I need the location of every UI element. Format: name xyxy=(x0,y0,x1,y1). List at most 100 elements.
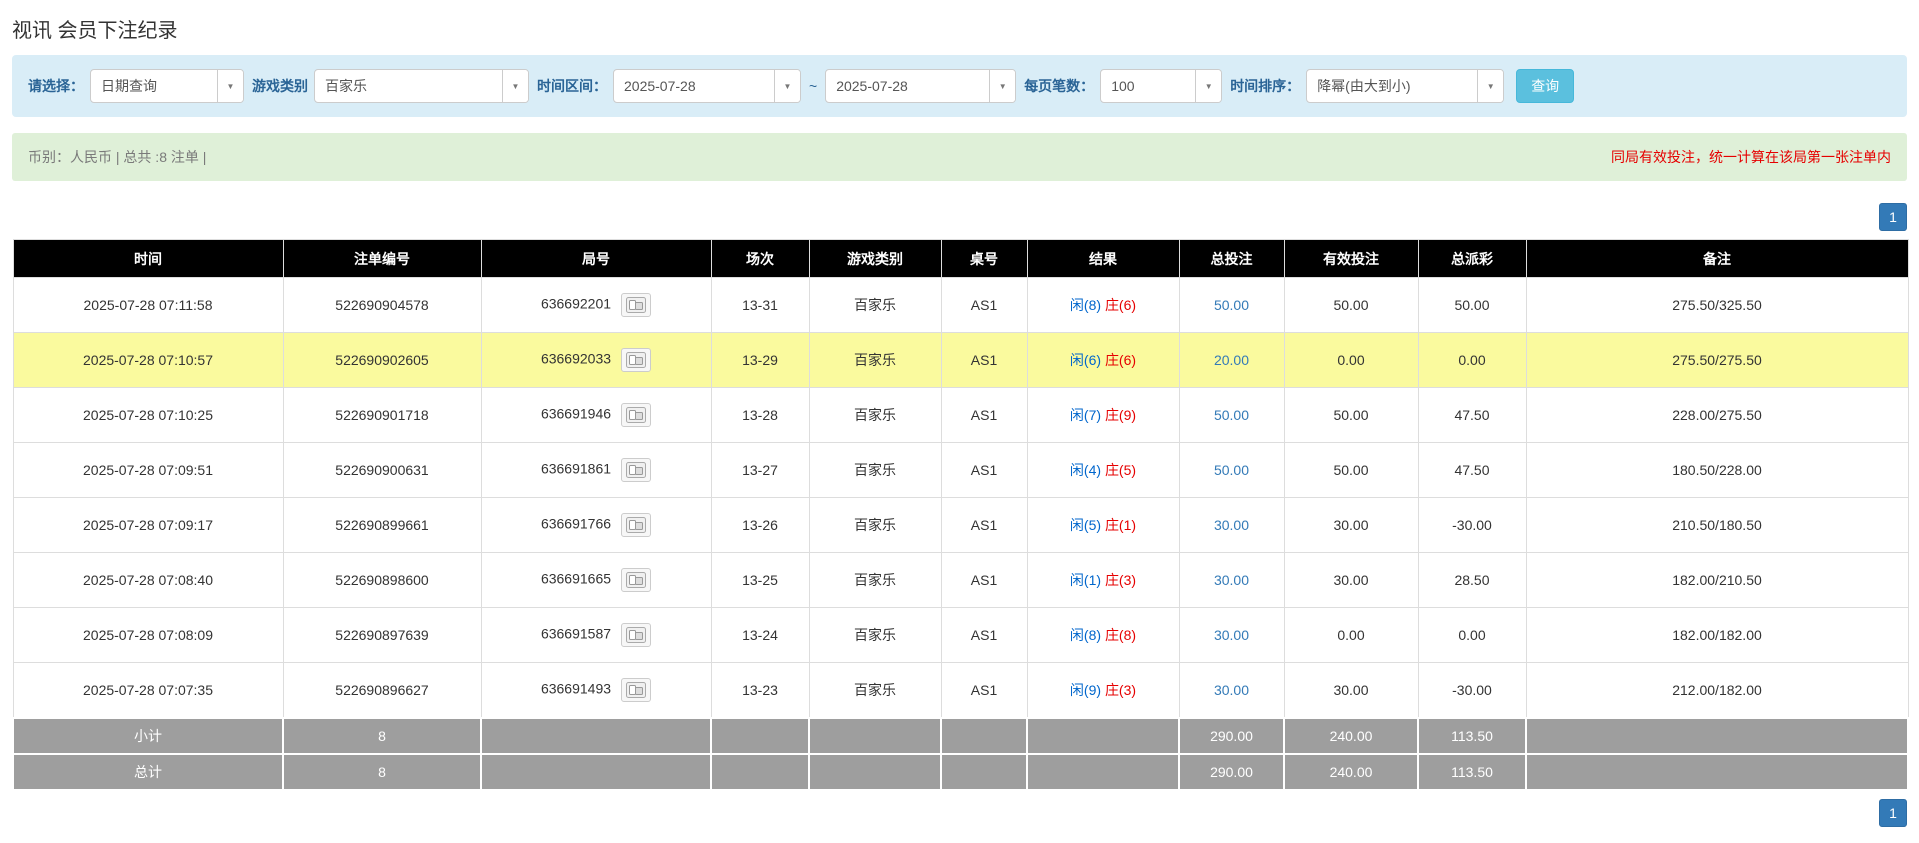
sort-label: 时间排序： xyxy=(1230,76,1300,96)
date-to-select[interactable]: 2025-07-28 ▼ xyxy=(825,69,1016,103)
game-type-select[interactable]: 百家乐 ▼ xyxy=(314,69,529,103)
page-size-value: 100 xyxy=(1101,70,1195,102)
footer-valid-bet-cell: 240.00 xyxy=(1284,754,1418,790)
column-header: 桌号 xyxy=(941,240,1027,278)
footer-label-cell: 总计 xyxy=(13,754,283,790)
sort-select[interactable]: 降幂(由大到小) ▼ xyxy=(1306,69,1504,103)
table-row: 2025-07-28 07:11:58522690904578636692201… xyxy=(13,278,1908,333)
date-from-select[interactable]: 2025-07-28 ▼ xyxy=(613,69,801,103)
table-no-cell: AS1 xyxy=(941,443,1027,498)
table-no-cell: AS1 xyxy=(941,663,1027,718)
valid-bet-cell: 0.00 xyxy=(1284,608,1418,663)
total-bet-link[interactable]: 20.00 xyxy=(1214,352,1249,368)
column-header: 备注 xyxy=(1526,240,1908,278)
total-bet-link[interactable]: 30.00 xyxy=(1214,627,1249,643)
currency-total-info: 币别：人民币 | 总共 :8 注单 | xyxy=(28,147,206,167)
player-result: 闲(4) xyxy=(1070,462,1101,478)
sort-value: 降幂(由大到小) xyxy=(1307,70,1477,102)
round-video-icon[interactable] xyxy=(621,623,651,647)
game-type-cell: 百家乐 xyxy=(809,278,941,333)
payout-cell: 28.50 xyxy=(1418,553,1526,608)
round-id-cell: 636691587 xyxy=(481,608,711,663)
game-type-label: 游戏类别 xyxy=(252,76,308,96)
date-mode-select[interactable]: 日期查询 ▼ xyxy=(90,69,244,103)
game-type-cell: 百家乐 xyxy=(809,663,941,718)
total-bet-cell: 20.00 xyxy=(1179,333,1284,388)
table-row: 2025-07-28 07:09:17522690899661636691766… xyxy=(13,498,1908,553)
chevron-down-icon: ▼ xyxy=(774,70,800,102)
round-video-icon[interactable] xyxy=(621,293,651,317)
round-id: 636692033 xyxy=(541,351,611,367)
page-button-1[interactable]: 1 xyxy=(1879,203,1907,231)
player-result: 闲(9) xyxy=(1070,682,1101,698)
result-cell: 闲(9) 庄(3) xyxy=(1027,663,1179,718)
footer-count-cell: 8 xyxy=(283,754,481,790)
remark-cell: 228.00/275.50 xyxy=(1526,388,1908,443)
game-type-cell: 百家乐 xyxy=(809,388,941,443)
date-to-value: 2025-07-28 xyxy=(826,70,989,102)
footer-total-bet-cell: 290.00 xyxy=(1179,718,1284,754)
round-video-icon[interactable] xyxy=(621,568,651,592)
payout-cell: 47.50 xyxy=(1418,443,1526,498)
game-type-cell: 百家乐 xyxy=(809,608,941,663)
date-mode-value: 日期查询 xyxy=(91,70,217,102)
footer-payout-cell: 113.50 xyxy=(1418,718,1526,754)
remark-cell: 210.50/180.50 xyxy=(1526,498,1908,553)
session-cell: 13-27 xyxy=(711,443,809,498)
pagination-bottom: 1 xyxy=(12,799,1907,827)
table-row: 2025-07-28 07:10:57522690902605636692033… xyxy=(13,333,1908,388)
total-bet-link[interactable]: 50.00 xyxy=(1214,407,1249,423)
summary-bar: 币别：人民币 | 总共 :8 注单 | 同局有效投注，统一计算在该局第一张注单内 xyxy=(12,133,1907,181)
game-type-cell: 百家乐 xyxy=(809,333,941,388)
banker-result: 庄(3) xyxy=(1105,572,1136,588)
banker-result: 庄(6) xyxy=(1105,297,1136,313)
column-header: 时间 xyxy=(13,240,283,278)
footer-count-cell: 8 xyxy=(283,718,481,754)
column-header: 注单编号 xyxy=(283,240,481,278)
payout-cell: -30.00 xyxy=(1418,663,1526,718)
total-bet-cell: 50.00 xyxy=(1179,388,1284,443)
player-result: 闲(7) xyxy=(1070,407,1101,423)
total-bet-link[interactable]: 50.00 xyxy=(1214,297,1249,313)
payout-cell: 0.00 xyxy=(1418,333,1526,388)
player-result: 闲(6) xyxy=(1070,352,1101,368)
total-bet-link[interactable]: 50.00 xyxy=(1214,462,1249,478)
game-type-cell: 百家乐 xyxy=(809,443,941,498)
table-row: 2025-07-28 07:08:40522690898600636691665… xyxy=(13,553,1908,608)
session-cell: 13-31 xyxy=(711,278,809,333)
bet-id-cell: 522690897639 xyxy=(283,608,481,663)
payout-cell: -30.00 xyxy=(1418,498,1526,553)
game-type-cell: 百家乐 xyxy=(809,553,941,608)
chevron-down-icon: ▼ xyxy=(502,70,528,102)
payout-cell: 50.00 xyxy=(1418,278,1526,333)
valid-bet-notice: 同局有效投注，统一计算在该局第一张注单内 xyxy=(1611,147,1891,167)
time-range-label: 时间区间： xyxy=(537,76,607,96)
round-video-icon[interactable] xyxy=(621,513,651,537)
banker-result: 庄(1) xyxy=(1105,517,1136,533)
remark-cell: 182.00/182.00 xyxy=(1526,608,1908,663)
table-no-cell: AS1 xyxy=(941,498,1027,553)
page-button-1[interactable]: 1 xyxy=(1879,799,1907,827)
banker-result: 庄(3) xyxy=(1105,682,1136,698)
total-bet-link[interactable]: 30.00 xyxy=(1214,572,1249,588)
table-no-cell: AS1 xyxy=(941,333,1027,388)
round-video-icon[interactable] xyxy=(621,458,651,482)
round-video-icon[interactable] xyxy=(621,403,651,427)
valid-bet-cell: 50.00 xyxy=(1284,388,1418,443)
session-cell: 13-29 xyxy=(711,333,809,388)
bet-id-cell: 522690901718 xyxy=(283,388,481,443)
total-bet-link[interactable]: 30.00 xyxy=(1214,517,1249,533)
bet-id-cell: 522690899661 xyxy=(283,498,481,553)
date-from-value: 2025-07-28 xyxy=(614,70,774,102)
search-button[interactable]: 查询 xyxy=(1516,69,1574,103)
result-cell: 闲(4) 庄(5) xyxy=(1027,443,1179,498)
round-video-icon[interactable] xyxy=(621,348,651,372)
records-table: 时间注单编号局号场次游戏类别桌号结果总投注有效投注总派彩备注 2025-07-2… xyxy=(12,239,1909,791)
round-id-cell: 636691766 xyxy=(481,498,711,553)
total-bet-link[interactable]: 30.00 xyxy=(1214,682,1249,698)
round-video-icon[interactable] xyxy=(621,678,651,702)
table-row: 2025-07-28 07:10:25522690901718636691946… xyxy=(13,388,1908,443)
page-size-select[interactable]: 100 ▼ xyxy=(1100,69,1222,103)
result-cell: 闲(1) 庄(3) xyxy=(1027,553,1179,608)
payout-cell: 47.50 xyxy=(1418,388,1526,443)
